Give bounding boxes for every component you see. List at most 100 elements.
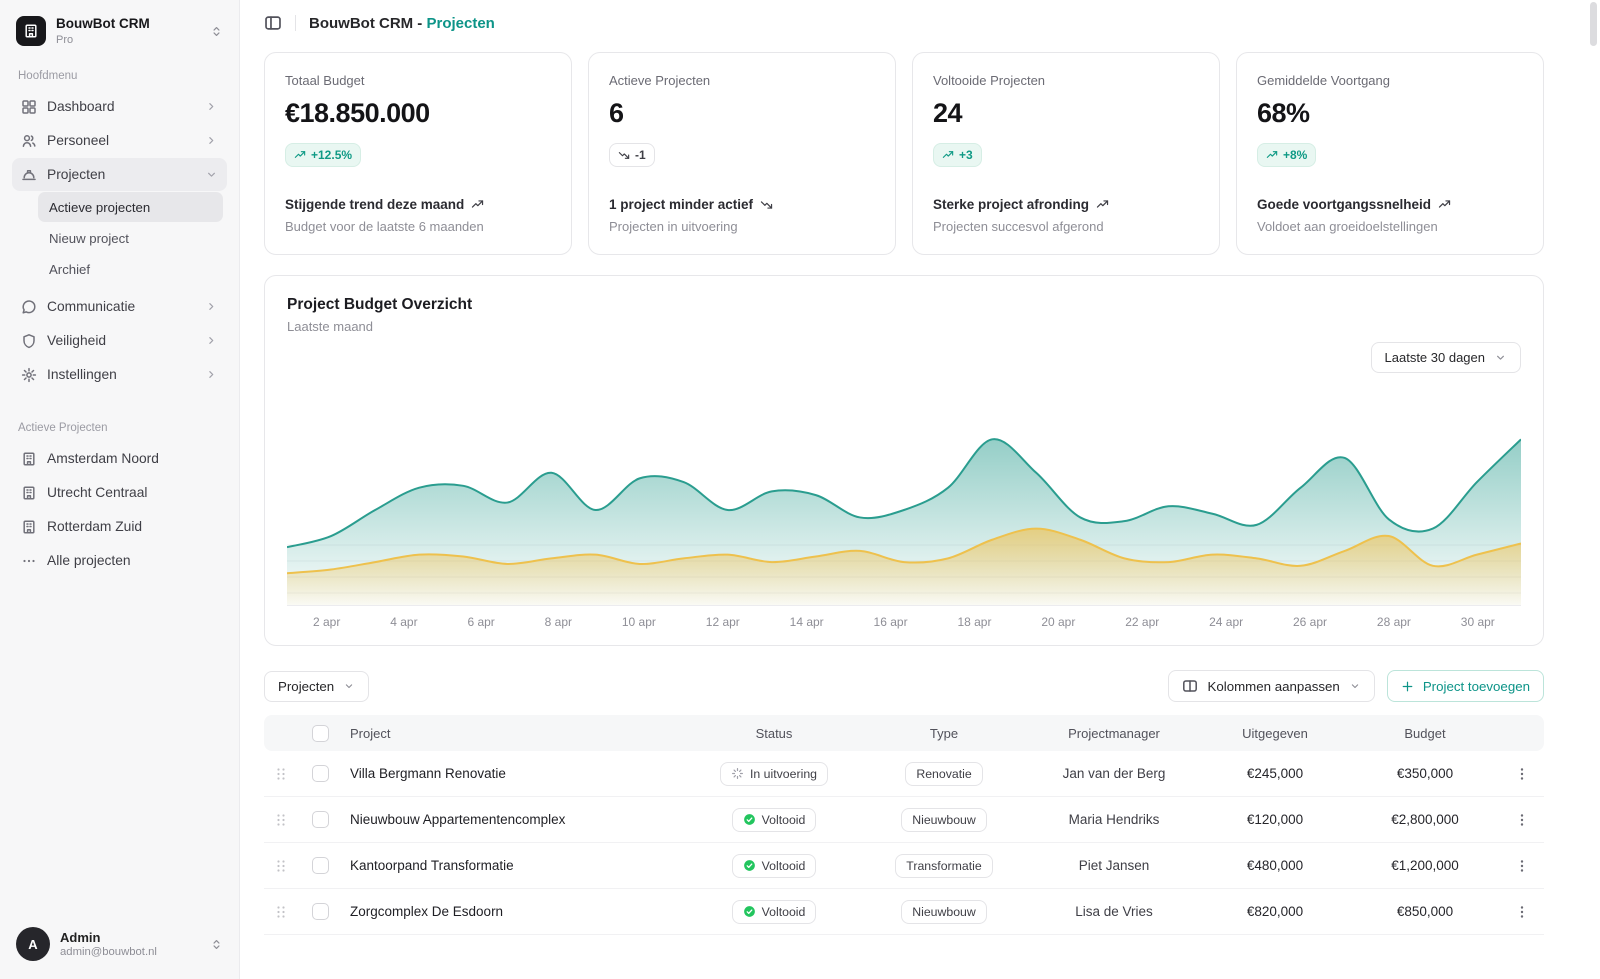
sidebar-project-label: Rotterdam Zuid bbox=[47, 519, 143, 534]
project-name[interactable]: Zorgcomplex De Esdoorn bbox=[342, 904, 688, 919]
col-header-projectmanager: Projectmanager bbox=[1068, 725, 1160, 741]
sidebar-item-label: Alle projecten bbox=[47, 553, 131, 568]
trending-down-icon bbox=[618, 149, 630, 161]
building-icon bbox=[21, 519, 37, 535]
plus-icon bbox=[1401, 680, 1414, 693]
chevron-right-icon bbox=[205, 100, 218, 113]
user-menu[interactable]: A Admin admin@bouwbot.nl bbox=[12, 923, 227, 965]
sidebar-item-dashboard[interactable]: Dashboard bbox=[12, 90, 227, 123]
chevron-up-down-icon[interactable] bbox=[210, 938, 223, 951]
spent-amount: €820,000 bbox=[1246, 904, 1304, 919]
sidebar-project-rotterdam-zuid[interactable]: Rotterdam Zuid bbox=[12, 510, 227, 543]
sidebar-item-communicatie[interactable]: Communicatie bbox=[12, 290, 227, 323]
app-root: BouwBot CRM Pro Hoofdmenu Dashboard Pers… bbox=[0, 0, 1600, 979]
project-name[interactable]: Kantoorpand Transformatie bbox=[342, 858, 688, 873]
select-all-checkbox[interactable] bbox=[311, 724, 329, 742]
sidebar-item-instellingen[interactable]: Instellingen bbox=[12, 358, 227, 391]
add-project-button[interactable]: Project toevoegen bbox=[1386, 670, 1544, 702]
spent-amount: €120,000 bbox=[1246, 812, 1304, 827]
col-header-uitgegeven: Uitgegeven bbox=[1242, 725, 1308, 741]
chevron-up-down-icon[interactable] bbox=[210, 25, 223, 38]
sidebar-subitem-nieuw-project[interactable]: Nieuw project bbox=[38, 223, 223, 253]
project-name[interactable]: Villa Bergmann Renovatie bbox=[342, 766, 688, 781]
status-badge: In uitvoering bbox=[720, 761, 828, 786]
status-badge: Voltooid bbox=[731, 807, 817, 832]
ellipsis-icon bbox=[21, 553, 37, 569]
col-header-type: Type bbox=[929, 725, 959, 741]
row-actions-kebab-icon[interactable] bbox=[1500, 812, 1544, 828]
row-checkbox[interactable] bbox=[311, 811, 329, 828]
project-manager: Jan van der Berg bbox=[1062, 766, 1166, 781]
sidebar-item-label: Projecten bbox=[47, 167, 106, 182]
dashboard-icon bbox=[21, 99, 37, 115]
sidebar-item-label: Communicatie bbox=[47, 299, 136, 314]
sidebar-item-personeel[interactable]: Personeel bbox=[12, 124, 227, 157]
x-axis-label: 14 apr bbox=[789, 615, 824, 629]
trend-badge: +8% bbox=[1257, 143, 1317, 167]
col-header-budget: Budget bbox=[1404, 725, 1446, 741]
x-axis-label: 30 apr bbox=[1460, 615, 1495, 629]
row-checkbox[interactable] bbox=[311, 903, 329, 920]
chevron-down-icon bbox=[205, 168, 218, 181]
spent-amount: €245,000 bbox=[1246, 766, 1304, 781]
stat-subtext: Projecten in uitvoering bbox=[609, 219, 738, 234]
type-badge: Transformatie bbox=[895, 853, 993, 878]
drag-handle-icon[interactable] bbox=[264, 812, 298, 828]
workspace-switcher[interactable]: BouwBot CRM Pro bbox=[12, 14, 227, 48]
stat-card-gemiddelde-voortgang: Gemiddelde Voortgang 68% +8% Goede voort… bbox=[1236, 52, 1544, 255]
sidebar-toggle-icon[interactable] bbox=[264, 14, 282, 32]
stat-title: Gemiddelde Voortgang bbox=[1257, 73, 1390, 88]
row-checkbox[interactable] bbox=[311, 765, 329, 782]
drag-handle-icon[interactable] bbox=[264, 904, 298, 920]
trend-badge: +3 bbox=[933, 143, 982, 167]
chat-bubble-icon bbox=[21, 299, 37, 315]
customize-columns-button[interactable]: Kolommen aanpassen bbox=[1168, 670, 1375, 702]
budget-amount: €1,200,000 bbox=[1391, 858, 1459, 873]
sidebar-subitem-actieve-projecten[interactable]: Actieve projecten bbox=[38, 192, 223, 222]
type-badge: Nieuwbouw bbox=[901, 807, 987, 832]
sidebar-subitem-archief[interactable]: Archief bbox=[38, 254, 223, 284]
drag-handle-icon[interactable] bbox=[264, 766, 298, 782]
scope-select[interactable]: Projecten bbox=[264, 670, 370, 702]
check-circle-icon bbox=[743, 905, 756, 918]
brand-logo bbox=[16, 16, 46, 46]
row-checkbox[interactable] bbox=[311, 857, 329, 874]
sidebar-item-veiligheid[interactable]: Veiligheid bbox=[12, 324, 227, 357]
drag-handle-icon[interactable] bbox=[264, 858, 298, 874]
table-row: Villa Bergmann Renovatie In uitvoering R… bbox=[264, 751, 1544, 797]
row-actions-kebab-icon[interactable] bbox=[1500, 766, 1544, 782]
stat-value: 6 bbox=[609, 98, 624, 128]
sidebar: BouwBot CRM Pro Hoofdmenu Dashboard Pers… bbox=[0, 0, 240, 979]
sidebar-project-amsterdam-noord[interactable]: Amsterdam Noord bbox=[12, 442, 227, 475]
sidebar-subitem-label: Nieuw project bbox=[49, 230, 129, 246]
plan-label: Pro bbox=[56, 33, 74, 46]
budget-amount: €2,800,000 bbox=[1391, 812, 1459, 827]
scrollbar-thumb[interactable] bbox=[1590, 2, 1597, 46]
trend-badge: +12.5% bbox=[285, 143, 362, 167]
columns-icon bbox=[1182, 678, 1198, 694]
sidebar-item-projecten[interactable]: Projecten bbox=[12, 158, 227, 191]
main-content: BouwBot CRM - Projecten Totaal Budget €1… bbox=[240, 0, 1600, 979]
top-header: BouwBot CRM - Projecten bbox=[264, 10, 1544, 36]
stat-value: 24 bbox=[933, 98, 963, 128]
area-chart bbox=[287, 405, 1521, 606]
row-actions-kebab-icon[interactable] bbox=[1500, 904, 1544, 920]
stat-trend-text: Goede voortgangssnelheid bbox=[1257, 197, 1523, 212]
chevron-right-icon bbox=[205, 368, 218, 381]
x-axis-label: 4 apr bbox=[390, 615, 418, 629]
chart-subtitle: Laatste maand bbox=[287, 319, 374, 334]
sidebar-project-utrecht-centraal[interactable]: Utrecht Centraal bbox=[12, 476, 227, 509]
project-manager: Maria Hendriks bbox=[1068, 812, 1160, 827]
row-actions-kebab-icon[interactable] bbox=[1500, 858, 1544, 874]
x-axis-labels: 2 apr 4 apr 6 apr 8 apr 10 apr 12 apr 14 apr 16… bbox=[287, 606, 1521, 633]
table-row: Kantoorpand Transformatie Voltooid Trans… bbox=[264, 843, 1544, 889]
stat-card-actieve-projecten: Actieve Projecten 6 -1 1 project minder … bbox=[588, 52, 896, 255]
date-range-select[interactable]: Laatste 30 dagen bbox=[1370, 342, 1521, 373]
type-badge: Renovatie bbox=[905, 761, 983, 786]
budget-chart-card: Project Budget Overzicht Laatste maand L… bbox=[264, 275, 1544, 646]
project-name[interactable]: Nieuwbouw Appartementencomplex bbox=[342, 812, 688, 827]
user-email: admin@bouwbot.nl bbox=[60, 946, 157, 958]
sidebar-item-alle-projecten[interactable]: Alle projecten bbox=[12, 544, 227, 577]
chart-title: Project Budget Overzicht bbox=[287, 296, 473, 313]
sidebar-item-label: Instellingen bbox=[47, 367, 117, 382]
